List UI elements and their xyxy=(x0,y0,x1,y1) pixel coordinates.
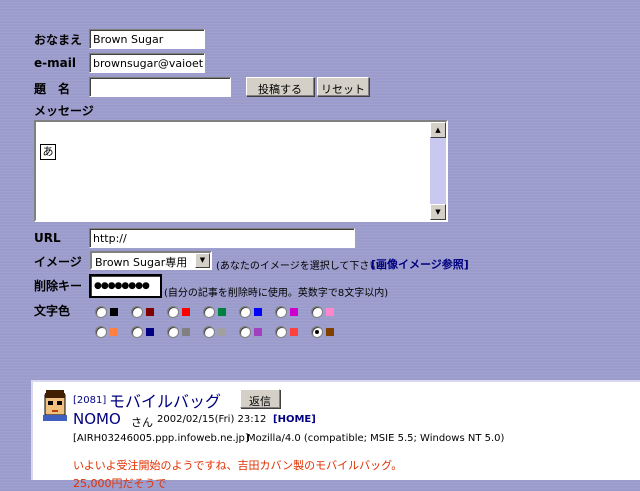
color-swatch xyxy=(290,328,298,336)
color-swatch xyxy=(146,308,154,316)
color-swatch xyxy=(290,308,298,316)
post-host: [AIRH03246005.ppp.infoweb.ne.jp] xyxy=(73,433,249,444)
color-radio[interactable] xyxy=(275,326,287,338)
post-date: 2002/02/15(Fri) 23:12 xyxy=(157,414,267,425)
color-swatch xyxy=(182,328,190,336)
post-title: モバイルバッグ xyxy=(109,392,222,411)
post-panel: [2081] モバイルバッグ 返信 NOMO さん 2002/02/15(Fri… xyxy=(31,380,640,490)
name-input[interactable]: Brown Sugar xyxy=(89,29,205,49)
color-swatch xyxy=(146,328,154,336)
color-radio[interactable] xyxy=(167,326,179,338)
post-author-suffix: さん xyxy=(131,416,153,429)
post-body-line1: いよいよ受注開始のようですね、吉田カバン製のモバイルバッグ。 xyxy=(73,459,403,472)
post-home-link[interactable]: [HOME] xyxy=(273,414,316,425)
delete-key-label: 削除キー xyxy=(34,279,83,293)
color-radio[interactable] xyxy=(95,306,107,318)
color-radio[interactable] xyxy=(239,306,251,318)
scroll-down-icon[interactable]: ▼ xyxy=(430,204,446,220)
image-label: イメージ xyxy=(34,255,82,269)
avatar-icon xyxy=(43,390,67,421)
image-select-value: Brown Sugar専用 xyxy=(95,256,188,269)
post-body-line2: 25,000円だそうで xyxy=(73,477,167,490)
image-hint: (あなたのイメージを選択して下さい) xyxy=(216,261,384,272)
color-radio[interactable] xyxy=(95,326,107,338)
subject-input[interactable] xyxy=(89,77,231,97)
reset-button[interactable]: リセット xyxy=(317,77,369,96)
color-radio[interactable] xyxy=(131,306,143,318)
post-user-agent: Mozilla/4.0 (compatible; MSIE 5.5; Windo… xyxy=(247,433,505,444)
color-radio[interactable] xyxy=(131,326,143,338)
image-reference-link[interactable]: [画像イメージ参照] xyxy=(371,256,469,272)
color-radio[interactable] xyxy=(239,326,251,338)
message-textarea[interactable]: あ ▲ ▼ xyxy=(34,120,448,222)
color-swatch xyxy=(254,328,262,336)
color-swatch xyxy=(182,308,190,316)
message-label: メッセージ xyxy=(34,104,94,118)
delete-key-hint: (自分の記事を削除時に使用。英数字で8文字以内) xyxy=(164,288,389,299)
color-radio[interactable] xyxy=(311,326,323,338)
color-swatch xyxy=(218,308,226,316)
color-swatch xyxy=(326,328,334,336)
color-swatch xyxy=(110,308,118,316)
text-color-label: 文字色 xyxy=(34,304,71,318)
name-label: おなまえ xyxy=(34,33,83,47)
color-swatch xyxy=(218,328,226,336)
post-number: [2081] xyxy=(73,395,107,406)
color-radio[interactable] xyxy=(275,306,287,318)
ime-indicator: あ xyxy=(40,144,56,160)
image-select[interactable]: Brown Sugar専用 ▼ xyxy=(90,251,212,270)
message-scrollbar[interactable]: ▲ ▼ xyxy=(430,122,446,220)
reply-button[interactable]: 返信 xyxy=(240,389,280,408)
delete-key-input[interactable]: ●●●●●●●● xyxy=(89,274,162,298)
chevron-down-icon[interactable]: ▼ xyxy=(195,253,210,268)
url-input[interactable]: http:// xyxy=(89,228,355,248)
color-swatch xyxy=(326,308,334,316)
color-swatch xyxy=(110,328,118,336)
email-input[interactable]: brownsugar@vaioeth xyxy=(89,53,205,73)
submit-button[interactable]: 投稿する xyxy=(246,77,314,96)
color-radio[interactable] xyxy=(311,306,323,318)
color-radio[interactable] xyxy=(203,306,215,318)
scroll-up-icon[interactable]: ▲ xyxy=(430,122,446,138)
email-label: e-mail xyxy=(34,56,76,70)
url-label: URL xyxy=(34,231,61,245)
color-radio[interactable] xyxy=(203,326,215,338)
color-swatch xyxy=(254,308,262,316)
color-radio[interactable] xyxy=(167,306,179,318)
post-author: NOMO xyxy=(73,410,121,428)
subject-label: 題 名 xyxy=(34,82,71,96)
